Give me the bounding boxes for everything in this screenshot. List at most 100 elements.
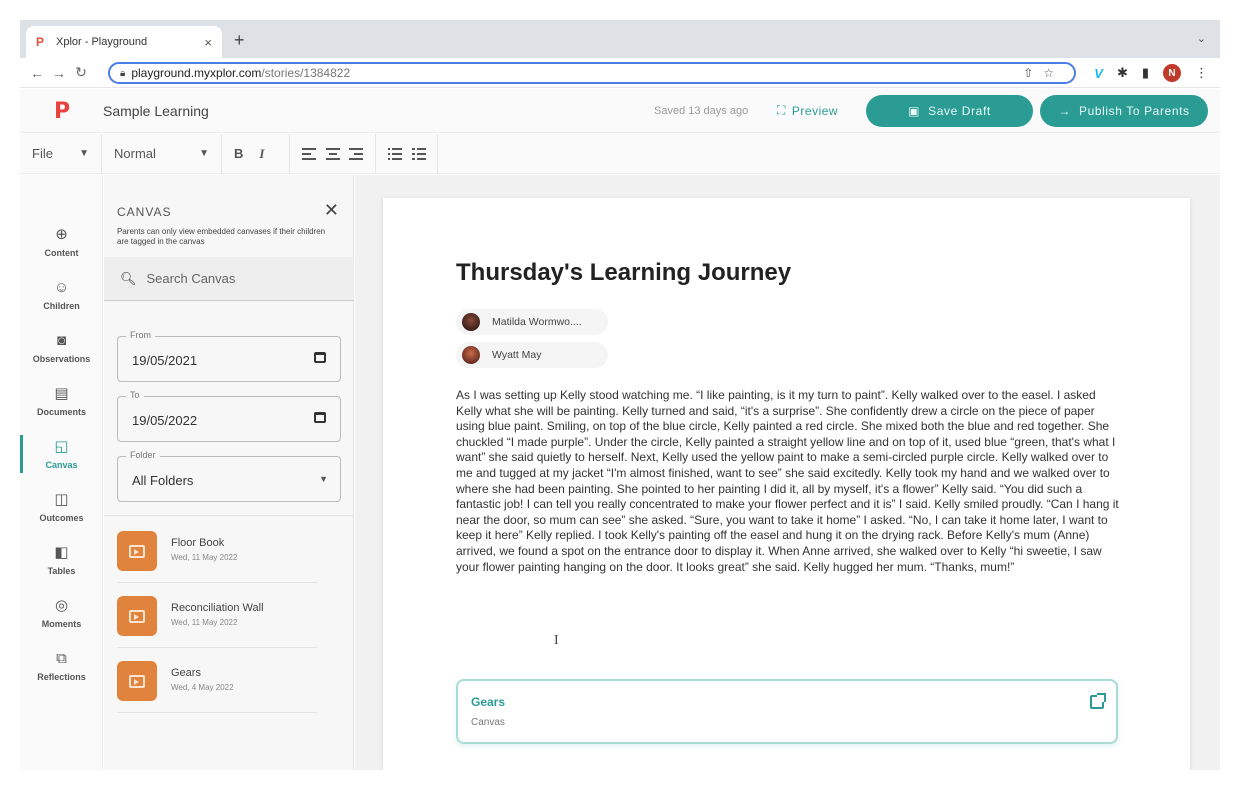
canvas-thumbnail	[117, 661, 157, 701]
text-style-select[interactable]: Normal ▼	[102, 133, 222, 174]
tab-list-chevron-icon[interactable]: ⌄	[1197, 32, 1206, 45]
reflections-icon: ⧉	[56, 650, 67, 667]
story-body[interactable]: As I was setting up Kelly stood watching…	[456, 388, 1122, 575]
preview-icon: ⛶	[777, 103, 786, 117]
nav-label: Tables	[47, 566, 76, 576]
left-nav: ⊕ Content ☺ Children ◙ Observations ▤ Do…	[20, 175, 103, 770]
vimeo-extension-icon[interactable]: V	[1094, 66, 1103, 81]
extension-icons: V ✱ ▮ N ⋮	[1094, 64, 1208, 82]
align-right-icon[interactable]	[349, 147, 364, 160]
forward-icon[interactable]: →	[48, 65, 70, 81]
canvas-panel-note: Parents can only view embedded canvases …	[117, 227, 326, 246]
xplor-logo[interactable]: P	[54, 99, 70, 124]
url-field[interactable]: 🔒︎ playground.myxplor.com/stories/138482…	[108, 62, 1076, 84]
bullet-list-icon[interactable]	[388, 147, 402, 160]
search-canvas-placeholder: Search Canvas	[146, 271, 236, 286]
nav-item-canvas[interactable]: ◱ Canvas	[20, 437, 103, 489]
embed-subtitle: Canvas	[471, 717, 505, 728]
align-center-icon[interactable]	[325, 147, 340, 160]
canvas-item-date: Wed, 11 May 2022	[171, 618, 238, 627]
chevron-down-icon: ▼	[79, 148, 89, 159]
nav-item-tables[interactable]: ◧ Tables	[20, 543, 103, 595]
browser-tabbar: P Xplor - Playground × + ⌄	[20, 20, 1220, 58]
content-icon: ⊕	[55, 226, 68, 243]
canvas-list-item[interactable]: Floor Book Wed, 11 May 2022	[117, 531, 317, 583]
bold-button[interactable]: B	[234, 146, 243, 161]
nav-label: Canvas	[45, 460, 78, 470]
file-menu[interactable]: File ▼	[20, 133, 102, 174]
file-menu-label: File	[32, 146, 53, 161]
folder-select[interactable]: Folder All Folders ▼	[117, 450, 341, 502]
to-date-field[interactable]: To 19/05/2022	[117, 390, 341, 442]
canvas-list-item[interactable]: Reconciliation Wall Wed, 11 May 2022	[117, 596, 317, 648]
caret-down-icon: ▼	[319, 474, 328, 484]
profile-avatar[interactable]: N	[1163, 64, 1181, 82]
from-date-label: From	[126, 330, 155, 340]
external-link-icon[interactable]	[1090, 693, 1106, 709]
url-path: /stories/1384822	[261, 66, 351, 80]
align-left-icon[interactable]	[302, 147, 316, 160]
doc-title[interactable]: Sample Learning	[103, 103, 209, 119]
address-bar: ← → ↻ 🔒︎ playground.myxplor.com/stories/…	[20, 58, 1220, 88]
nav-item-children[interactable]: ☺ Children	[20, 278, 103, 330]
from-date-field[interactable]: From 19/05/2021	[117, 330, 341, 382]
editor-toolbar: File ▼ Normal ▼ B I	[20, 133, 1220, 174]
story-heading[interactable]: Thursday's Learning Journey	[456, 259, 791, 287]
outcomes-icon: ◫	[54, 491, 69, 508]
puzzle-extension-icon[interactable]: ✱	[1117, 65, 1128, 81]
nav-label: Outcomes	[39, 513, 84, 523]
tab-title: Xplor - Playground	[56, 36, 148, 48]
nav-label: Observations	[32, 354, 91, 364]
calendar-icon[interactable]	[314, 352, 326, 363]
canvas-board-icon	[129, 674, 145, 688]
numbered-list-icon[interactable]	[411, 147, 426, 160]
italic-button[interactable]: I	[259, 146, 264, 162]
nav-item-outcomes[interactable]: ◫ Outcomes	[20, 490, 103, 542]
share-bookmark-icons[interactable]: ⇧☆	[1023, 66, 1064, 80]
browser-window: P Xplor - Playground × + ⌄ ← → ↻ 🔒︎ play…	[20, 20, 1220, 770]
to-date-value: 19/05/2022	[132, 413, 198, 428]
reload-icon[interactable]: ↻	[70, 64, 92, 81]
nav-label: Children	[43, 301, 80, 311]
canvas-list-item[interactable]: Gears Wed, 4 May 2022	[117, 661, 317, 713]
canvas-item-date: Wed, 4 May 2022	[171, 683, 234, 692]
canvas-panel-title: CANVAS	[117, 205, 172, 219]
canvas-item-date: Wed, 11 May 2022	[171, 553, 238, 562]
canvas-board-icon	[129, 609, 145, 623]
embed-title: Gears	[471, 695, 506, 709]
tab-close-icon[interactable]: ×	[204, 35, 212, 50]
tables-icon: ◧	[54, 544, 69, 561]
canvas-item-name: Floor Book	[171, 537, 225, 549]
children-icon: ☺	[53, 279, 70, 296]
nav-item-content[interactable]: ⊕ Content	[20, 225, 103, 277]
from-date-value: 19/05/2021	[132, 353, 198, 368]
canvas-item-name: Reconciliation Wall	[171, 602, 264, 614]
nav-item-documents[interactable]: ▤ Documents	[20, 384, 103, 436]
child-name: Matilda Wormwo....	[492, 316, 582, 328]
calendar-icon[interactable]	[314, 412, 326, 423]
search-canvas-field[interactable]: 🔍︎ Search Canvas	[104, 257, 354, 301]
publish-button[interactable]: → Publish To Parents	[1040, 95, 1208, 127]
child-tag[interactable]: Matilda Wormwo....	[456, 309, 608, 335]
folder-label: Folder	[126, 450, 160, 460]
child-tag[interactable]: Wyatt May	[456, 342, 608, 368]
url-host: playground.myxplor.com	[131, 66, 262, 80]
browser-tab[interactable]: P Xplor - Playground ×	[26, 26, 222, 58]
close-icon[interactable]: ✕	[324, 200, 339, 221]
nav-item-moments[interactable]: ◎ Moments	[20, 596, 103, 648]
publish-label: Publish To Parents	[1078, 104, 1190, 118]
avatar	[462, 313, 480, 331]
save-draft-button[interactable]: ▣ Save Draft	[866, 95, 1033, 127]
new-tab-button[interactable]: +	[234, 30, 245, 51]
back-icon[interactable]: ←	[26, 65, 48, 81]
nav-item-observations[interactable]: ◙ Observations	[20, 331, 103, 383]
embedded-canvas-card[interactable]: Gears Canvas	[456, 679, 1118, 744]
moments-icon: ◎	[54, 597, 69, 614]
sidepanel-icon[interactable]: ▮	[1142, 65, 1149, 81]
preview-button[interactable]: ⛶ Preview	[777, 103, 838, 118]
save-draft-label: Save Draft	[928, 104, 991, 118]
child-name: Wyatt May	[492, 349, 542, 361]
format-group: B I	[222, 133, 290, 174]
nav-item-reflections[interactable]: ⧉ Reflections	[20, 649, 103, 701]
browser-menu-icon[interactable]: ⋮	[1195, 65, 1208, 81]
